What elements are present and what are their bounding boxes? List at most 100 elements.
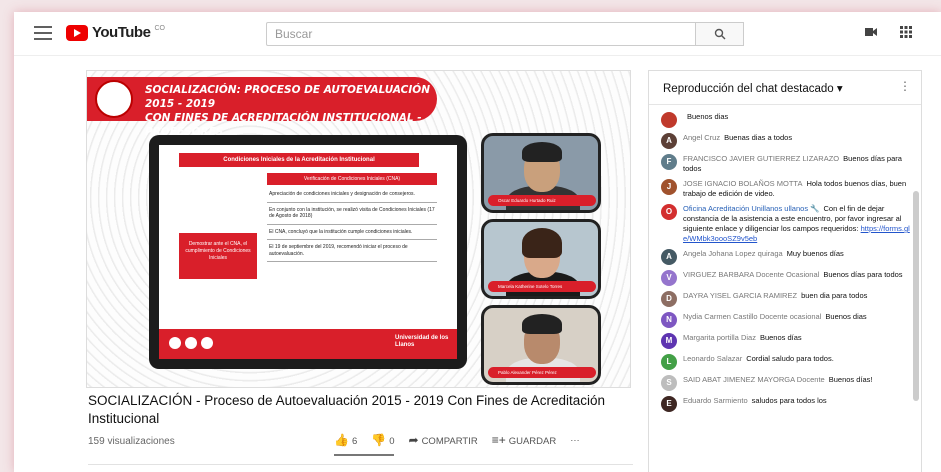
dislike-count: 0 xyxy=(389,436,395,447)
participant-camera: Marcela Katherine Sotelo Torres xyxy=(481,219,601,299)
chat-text: saludos para todos los xyxy=(751,396,827,405)
avatar[interactable]: F xyxy=(661,154,677,170)
participant-name: Marcela Katherine Sotelo Torres xyxy=(488,281,596,292)
chat-author[interactable]: Angel Cruz xyxy=(683,133,720,142)
chat-message-body: Eduardo Sarmiento saludos para todos los xyxy=(683,396,827,412)
divider xyxy=(88,464,633,465)
chat-message: D DAYRA YISEL GARCIA RAMIREZ buen dia para… xyxy=(661,291,913,307)
university-seal-icon xyxy=(95,80,133,118)
avatar[interactable]: D xyxy=(661,291,677,307)
chat-message-body: Margarita portilla Diaz Buenos días xyxy=(683,333,802,349)
avatar[interactable]: N xyxy=(661,312,677,328)
dislike-button[interactable]: 👎 0 xyxy=(371,433,394,447)
chat-scrollbar[interactable] xyxy=(913,191,919,401)
youtube-logo[interactable]: YouTube CO xyxy=(66,24,165,41)
participant-camera: Oscar Eduardo Hurtado Ruiz xyxy=(481,133,601,213)
participant-hair xyxy=(522,142,562,162)
chat-message: L Leonardo Salazar Cordial saludo para tod… xyxy=(661,354,913,370)
participant-hair xyxy=(522,314,562,334)
chat-message-body: SAID ABAT JIMENEZ MAYORGA Docente Buenos … xyxy=(683,375,873,391)
chat-author[interactable]: Oficina Acreditación Unillanos ullanos 🔧 xyxy=(683,204,820,213)
slide-left-box: Demostrar ante el CNA, el cumplimiento d… xyxy=(179,233,257,279)
participant-hair xyxy=(522,228,562,258)
university-logo: Universidad de los Llanos xyxy=(395,335,449,348)
avatar[interactable]: S xyxy=(661,375,677,391)
chat-message-list: Buenos dias A Angel Cruz Buenas dias a todo… xyxy=(649,105,921,412)
thumbs-up-icon: 👍 xyxy=(334,433,349,447)
logo-text: YouTube xyxy=(92,24,151,41)
slide-item: Apreciación de condiciones iniciales y d… xyxy=(267,187,437,203)
chat-message: S SAID ABAT JIMENEZ MAYORGA Docente Buenos… xyxy=(661,375,913,391)
chat-text: Muy buenos días xyxy=(786,249,844,258)
slide-item: El CNA, concluyó que la institución cump… xyxy=(267,225,437,240)
avatar[interactable]: A xyxy=(661,133,677,149)
chat-message: A Angela Johana Lopez quiraga Muy buenos d… xyxy=(661,249,913,265)
chat-author[interactable]: Angela Johana Lopez quiraga xyxy=(683,249,783,258)
slide-footer: Universidad de los Llanos xyxy=(159,329,457,359)
save-button[interactable]: ≡+ GUARDAR xyxy=(492,433,557,447)
more-vert-icon[interactable]: ⋮ xyxy=(899,79,911,93)
video-title: SOCIALIZACIÓN - Proceso de Autoevaluació… xyxy=(88,393,606,426)
slide-subheader: Verificación de Condiciones Iniciales (C… xyxy=(267,173,437,185)
chat-message-body: Angela Johana Lopez quiraga Muy buenos dí… xyxy=(683,249,844,265)
chat-text: Buenas dias a todos xyxy=(724,133,793,142)
chat-message-body: JOSE IGNACIO BOLAÑOS MOTTA Hola todos bue… xyxy=(683,179,913,199)
like-button[interactable]: 👍 6 xyxy=(334,433,357,447)
browser-frame: YouTube CO Buscar SOCIALIZACIÓN: PROCESO… xyxy=(14,12,941,472)
chat-message: A Angel Cruz Buenas dias a todos xyxy=(661,133,913,149)
chat-message: F FRANCISCO JAVIER GUTIERREZ LIZARAZO Buen… xyxy=(661,154,913,174)
chat-message-body: Angel Cruz Buenas dias a todos xyxy=(683,133,792,149)
avatar[interactable]: O xyxy=(661,204,677,220)
avatar[interactable]: V xyxy=(661,270,677,286)
chat-author[interactable]: Margarita portilla Diaz xyxy=(683,333,756,342)
chat-text: Buenos días para todos xyxy=(823,270,903,279)
banner-line: SOCIALIZACIÓN: PROCESO DE AUTOEVALUACIÓN… xyxy=(145,84,430,110)
chat-message-body: Oficina Acreditación Unillanos ullanos 🔧… xyxy=(683,204,913,244)
like-count: 6 xyxy=(351,436,358,447)
search-input[interactable]: Buscar xyxy=(266,22,696,46)
avatar[interactable]: A xyxy=(661,249,677,265)
apps-grid-icon[interactable] xyxy=(900,26,912,41)
chat-message: Buenos dias xyxy=(661,112,913,128)
search-icon xyxy=(714,28,725,40)
avatar[interactable]: M xyxy=(661,333,677,349)
top-bar: YouTube CO Buscar xyxy=(14,12,941,56)
share-label: COMPARTIR xyxy=(421,436,478,447)
chat-message-body: DAYRA YISEL GARCIA RAMIREZ buen dia para … xyxy=(683,291,867,307)
chat-text: Buenos días! xyxy=(828,375,873,384)
slide-item: En conjunto con la institución, se reali… xyxy=(267,203,437,225)
chat-message-body: Buenos dias xyxy=(683,112,728,128)
search-button[interactable] xyxy=(696,22,744,46)
chat-author[interactable]: FRANCISCO JAVIER GUTIERREZ LIZARAZO xyxy=(683,154,839,163)
chat-title-dropdown[interactable]: Reproducción del chat destacado ▾ xyxy=(663,83,843,95)
chat-author[interactable]: Nydia Carmen Castillo Docente ocasional xyxy=(683,312,821,321)
chat-text: Cordial saludo para todos. xyxy=(746,354,834,363)
chat-message-body: Leonardo Salazar Cordial saludo para todo… xyxy=(683,354,834,370)
chat-author[interactable]: SAID ABAT JIMENEZ MAYORGA Docente xyxy=(683,375,825,384)
avatar[interactable]: J xyxy=(661,179,677,195)
menu-icon[interactable] xyxy=(34,26,52,40)
share-arrow-icon: ➦ xyxy=(408,433,419,447)
video-banner: SOCIALIZACIÓN: PROCESO DE AUTOEVALUACIÓN… xyxy=(87,77,437,138)
more-actions-button[interactable]: ··· xyxy=(570,435,580,446)
video-player[interactable]: SOCIALIZACIÓN: PROCESO DE AUTOEVALUACIÓN… xyxy=(86,70,631,388)
chat-message: M Margarita portilla Diaz Buenos días xyxy=(661,333,913,349)
chat-text: Buenos dias xyxy=(687,112,729,121)
chat-author[interactable]: Eduardo Sarmiento xyxy=(683,396,748,405)
sentiment-bar xyxy=(334,454,394,456)
avatar[interactable]: L xyxy=(661,354,677,370)
chat-header[interactable]: Reproducción del chat destacado ▾ ⋮ xyxy=(649,71,921,105)
chat-author[interactable]: VIRGUEZ BARBARA Docente Ocasional xyxy=(683,270,819,279)
chat-text: Buenos días xyxy=(759,333,802,342)
video-camera-icon[interactable] xyxy=(864,26,878,41)
participant-name: Pablo Alexander Pérez Pérez xyxy=(488,367,596,378)
save-label: GUARDAR xyxy=(508,436,557,447)
chat-text: buen dia para todos xyxy=(801,291,868,300)
chat-author[interactable]: JOSE IGNACIO BOLAÑOS MOTTA xyxy=(683,179,802,188)
share-button[interactable]: ➦ COMPARTIR xyxy=(409,433,478,447)
avatar[interactable] xyxy=(661,112,677,128)
avatar[interactable]: E xyxy=(661,396,677,412)
chat-author[interactable]: Leonardo Salazar xyxy=(683,354,742,363)
chat-author[interactable]: DAYRA YISEL GARCIA RAMIREZ xyxy=(683,291,797,300)
chat-message: E Eduardo Sarmiento saludos para todos los xyxy=(661,396,913,412)
